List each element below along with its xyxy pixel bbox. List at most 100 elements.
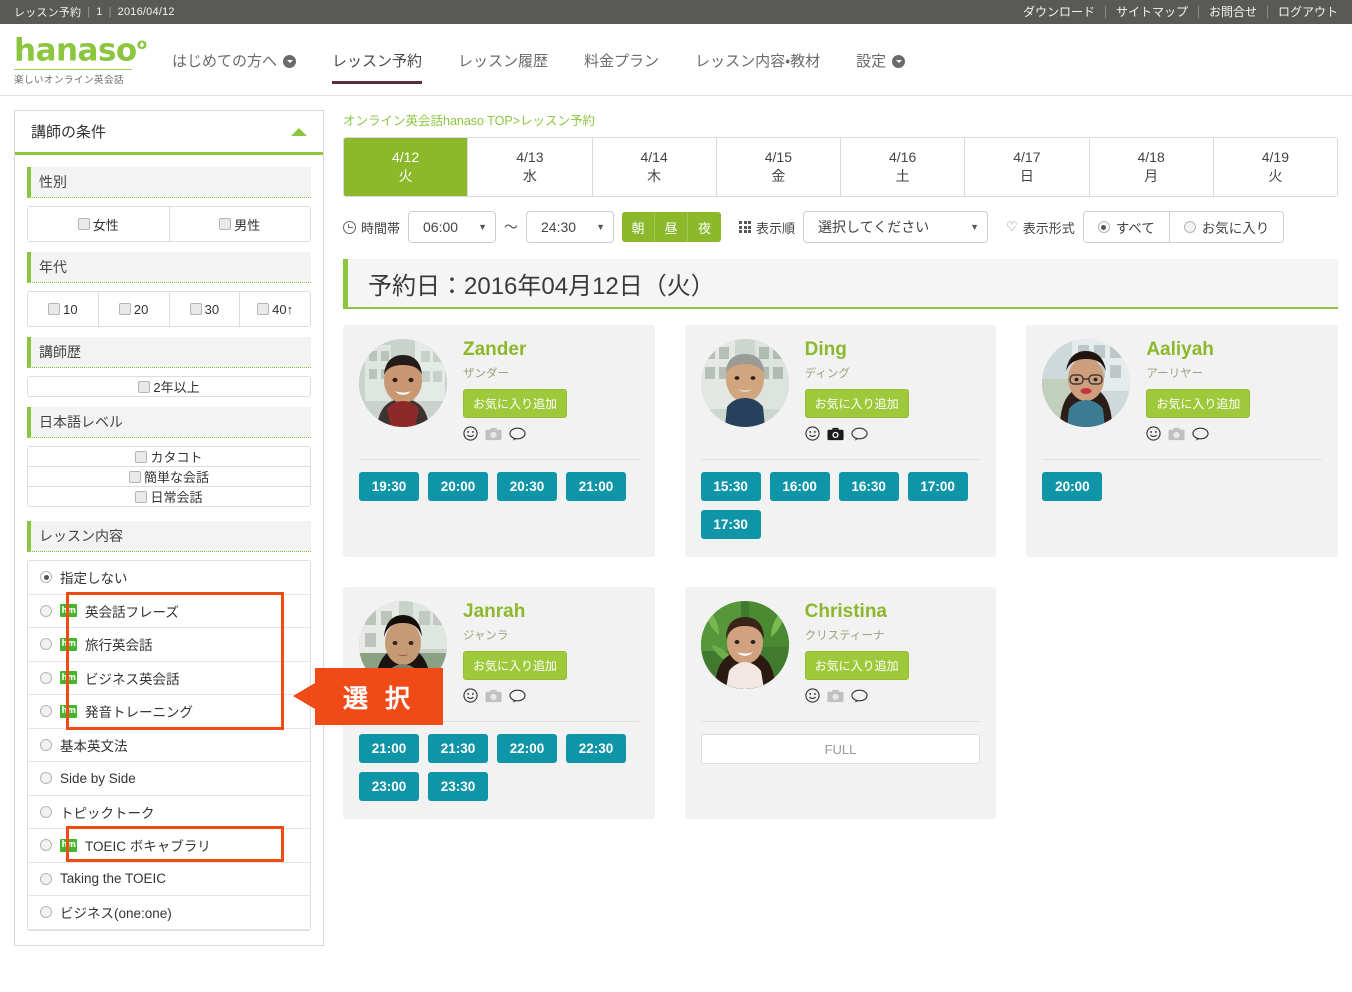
segment-morning[interactable]: 朝 [622,212,656,242]
add-favorite-button[interactable]: お気に入り追加 [1146,389,1251,418]
chat-bubble-icon[interactable] [1192,427,1209,446]
radio-button[interactable] [40,705,52,718]
time-slot[interactable]: 16:00 [769,472,830,501]
age-option-30[interactable]: 30 [169,292,241,326]
add-favorite-button[interactable]: お気に入り追加 [463,389,568,418]
japanese-level-option-katakoto[interactable]: カタコト [28,447,310,467]
lesson-option-english-phrases[interactable]: hm 英会話フレーズ [28,595,310,628]
lesson-option-no-preference[interactable]: 指定しない [28,561,310,595]
breadcrumb-home-link[interactable]: オンライン英会話hanaso TOP [343,114,513,128]
nav-item-lesson-reservation[interactable]: レッスン予約 [314,24,440,96]
radio-button[interactable] [40,906,52,919]
time-slot[interactable]: 21:00 [359,734,419,763]
lesson-option-toeic-vocabulary[interactable]: hm TOEIC ボキャブラリ [28,829,310,863]
time-to-select[interactable]: 24:30 ▼ [526,211,615,243]
lesson-option-basic-grammar[interactable]: 基本英文法 [28,729,310,762]
checkbox[interactable] [77,218,90,230]
radio-button[interactable] [40,738,52,751]
add-favorite-button[interactable]: お気に入り追加 [804,651,909,680]
age-option-40plus[interactable]: 40↑ [240,292,310,326]
radio-button[interactable] [40,571,52,584]
lesson-option-business-one-on-one[interactable]: ビジネス(one:one) [28,896,310,930]
segment-evening[interactable]: 夜 [688,212,722,242]
age-option-20[interactable]: 20 [98,292,170,326]
date-tab-0416[interactable]: 4/16 土 [841,138,966,196]
download-link[interactable]: ダウンロード [1013,6,1106,18]
radio-button[interactable] [40,604,52,617]
japanese-level-option-simple[interactable]: 簡単な会話 [28,467,310,487]
time-slot[interactable]: 22:00 [497,734,557,763]
segment-afternoon[interactable]: 昼 [655,212,689,242]
sort-order-select[interactable]: 選択してください ▼ [803,211,989,243]
chat-bubble-icon[interactable] [509,427,526,446]
checkbox[interactable] [135,450,148,463]
date-tab-0415[interactable]: 4/15 金 [716,138,841,196]
camera-icon[interactable] [827,427,844,446]
smiley-icon[interactable] [805,688,820,708]
checkbox[interactable] [257,303,270,315]
lesson-option-side-by-side[interactable]: Side by Side [28,762,310,796]
time-slot[interactable]: 17:30 [700,510,761,539]
time-slot[interactable]: 20:30 [497,472,557,501]
camera-icon[interactable] [827,689,844,708]
japanese-level-option-daily[interactable]: 日常会話 [28,487,310,506]
radio-button[interactable] [40,772,52,785]
radio-button[interactable] [40,671,52,684]
time-from-select[interactable]: 06:00 ▼ [408,211,497,243]
nav-item-lesson-history[interactable]: レッスン履歴 [440,24,566,96]
chat-bubble-icon[interactable] [509,689,526,708]
nav-item-pricing[interactable]: 料金プラン [566,24,677,96]
date-tab-0418[interactable]: 4/18 月 [1089,138,1214,196]
radio-button[interactable] [40,839,52,852]
display-option-all[interactable]: すべて [1083,212,1170,242]
sitemap-link[interactable]: サイトマップ [1106,6,1199,18]
time-slot[interactable]: 21:30 [428,734,488,763]
contact-link[interactable]: お問合せ [1199,6,1268,18]
radio-button[interactable] [40,805,52,818]
time-slot[interactable]: 23:30 [428,772,488,801]
lesson-option-topic-talk[interactable]: トピックトーク [28,796,310,829]
gender-option-male[interactable]: 男性 [169,207,310,241]
checkbox[interactable] [48,303,61,315]
checkbox[interactable] [219,218,232,230]
smiley-icon[interactable] [805,426,820,446]
filter-panel-header[interactable]: 講師の条件 [15,111,323,155]
gender-option-female[interactable]: 女性 [28,207,170,241]
radio-button[interactable] [1097,221,1110,233]
nav-item-settings[interactable]: 設定 [838,24,923,96]
experience-option-2years[interactable]: 2年以上 [28,377,310,396]
time-slot[interactable]: 21:00 [566,472,626,501]
lesson-option-business-english[interactable]: hm ビジネス英会話 [28,662,310,695]
date-tab-0414[interactable]: 4/14 木 [592,138,717,196]
age-option-10[interactable]: 10 [28,292,99,326]
smiley-icon[interactable] [1146,426,1161,446]
time-slot[interactable]: 17:00 [907,472,968,501]
smiley-icon[interactable] [463,688,478,708]
camera-icon[interactable] [485,689,502,708]
time-slot[interactable]: 15:30 [700,472,761,501]
time-slot[interactable]: 16:30 [838,472,899,501]
date-tab-0413[interactable]: 4/13 水 [468,138,593,196]
nav-item-lesson-materials[interactable]: レッスン内容・教材 [677,24,838,96]
date-tab-0419[interactable]: 4/19 火 [1213,138,1337,196]
checkbox[interactable] [118,303,131,315]
avatar[interactable] [1042,339,1131,427]
logout-link[interactable]: ログアウト [1268,6,1342,18]
add-favorite-button[interactable]: お気に入り追加 [804,389,909,418]
avatar[interactable] [700,601,789,689]
time-slot[interactable]: 23:00 [359,772,419,801]
chat-bubble-icon[interactable] [851,427,868,446]
nav-item-beginners[interactable]: はじめての方へ [154,24,314,96]
time-slot[interactable]: 20:00 [428,472,488,501]
checkbox[interactable] [135,490,148,503]
checkbox[interactable] [189,303,202,315]
time-slot[interactable]: 22:30 [566,734,626,763]
avatar[interactable] [359,339,447,427]
checkbox[interactable] [128,470,141,483]
lesson-option-travel-english[interactable]: hm 旅行英会話 [28,628,310,662]
date-tab-0412[interactable]: 4/12 火 [344,138,469,196]
chat-bubble-icon[interactable] [851,689,868,708]
logo[interactable]: hanasoo 楽しいオンライン英会話 [0,24,147,86]
display-option-favorites[interactable]: お気に入り [1169,212,1284,242]
avatar[interactable] [700,339,789,427]
